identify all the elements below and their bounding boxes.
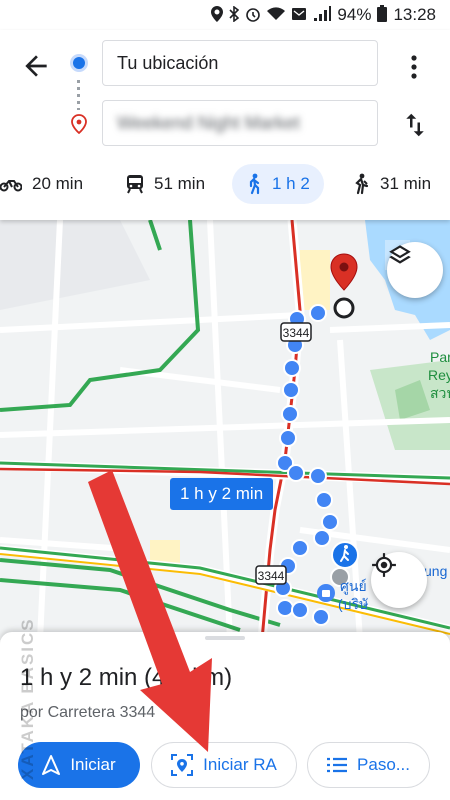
route-summary: 1 h y 2 min (4,5 km) (20, 664, 233, 691)
origin-dot-icon (73, 57, 85, 69)
tab-motorcycle[interactable]: 20 min (0, 164, 83, 204)
svg-text:Par: Par (430, 349, 450, 365)
arrow-back-icon (25, 55, 47, 77)
svg-text:3344: 3344 (258, 569, 285, 583)
alarm-icon (245, 6, 261, 25)
block (0, 220, 150, 310)
battery-icon (377, 5, 388, 25)
more-vert-icon (411, 55, 417, 79)
destination-marker-icon (330, 253, 358, 291)
route-time-label[interactable]: 1 h y 2 min (170, 478, 274, 510)
walking-icon (249, 173, 260, 195)
navigation-arrow-icon (42, 755, 61, 775)
steps-label: Paso... (357, 755, 410, 774)
back-button[interactable] (20, 50, 52, 82)
my-location-icon (372, 553, 396, 577)
tab-walking-label: 1 h 2 (272, 174, 310, 193)
poi-labels: Par Rey สวน (428, 349, 450, 401)
steps-button[interactable]: Paso... (307, 742, 430, 788)
more-options-button[interactable] (402, 52, 426, 82)
start-label: Iniciar (70, 755, 116, 774)
svg-text:สวน: สวน (430, 385, 450, 401)
building-yellow (300, 250, 330, 310)
layers-button[interactable] (387, 242, 443, 298)
directions-bottom-sheet[interactable]: 1 h y 2 min (4,5 km) por Carretera 3344 … (0, 632, 450, 800)
layers-icon (389, 245, 411, 264)
tab-motorcycle-label: 20 min (32, 174, 84, 193)
tab-walking[interactable]: 1 h 2 (232, 164, 324, 204)
ar-label: Iniciar RA (203, 755, 277, 774)
message-icon (291, 6, 307, 25)
tab-ride[interactable]: 31 min (352, 164, 431, 204)
status-bar: 94% 13:28 (0, 0, 450, 30)
destination-input[interactable]: Weekend Night Market (102, 100, 378, 146)
svg-text:ung: ung (424, 563, 447, 579)
list-icon (327, 757, 348, 773)
tab-transit-label: 51 min (154, 174, 206, 193)
location-icon (211, 5, 224, 25)
route-end-circle (333, 297, 355, 319)
swap-vert-icon (406, 113, 424, 137)
destination-pin-icon (71, 114, 87, 135)
tab-transit[interactable]: 51 min (126, 164, 205, 204)
ride-icon (355, 173, 369, 195)
directions-header: Tu ubicación Weekend Night Market 20 min (0, 30, 450, 220)
swap-route-button[interactable] (400, 110, 430, 140)
road-shield-3344: 3344 (255, 565, 287, 585)
ar-location-icon (171, 754, 194, 776)
origin-input[interactable]: Tu ubicación (102, 40, 378, 86)
travel-mode-tabs: 20 min 51 min 1 h 2 31 min (0, 160, 450, 210)
my-location-button[interactable] (371, 552, 427, 608)
svg-text:Rey: Rey (428, 367, 450, 383)
sheet-drag-handle[interactable] (205, 636, 245, 640)
bluetooth-icon (229, 4, 240, 25)
signal-icon (313, 5, 332, 25)
start-ar-button[interactable]: Iniciar RA (151, 742, 297, 788)
map-view[interactable]: 3344 3344 Par Rey สวน ศูนย์ (บริษั ung (0, 220, 450, 640)
svg-text:ศูนย์: ศูนย์ (340, 578, 367, 595)
svg-text:3344: 3344 (283, 326, 310, 340)
destination-value: Weekend Night Market (117, 112, 300, 133)
tab-ride-label: 31 min (380, 174, 432, 193)
road-shield-3344: 3344 (280, 322, 312, 342)
transit-icon (127, 175, 143, 194)
battery-percent: 94% (337, 5, 372, 24)
clock-time: 13:28 (393, 5, 436, 24)
route-dots-divider (77, 80, 80, 110)
watermark: XATAKA BASICS (18, 617, 37, 780)
wifi-icon (267, 6, 286, 24)
motorcycle-icon (0, 180, 22, 192)
svg-text:(บริษั: (บริษั (338, 596, 368, 612)
